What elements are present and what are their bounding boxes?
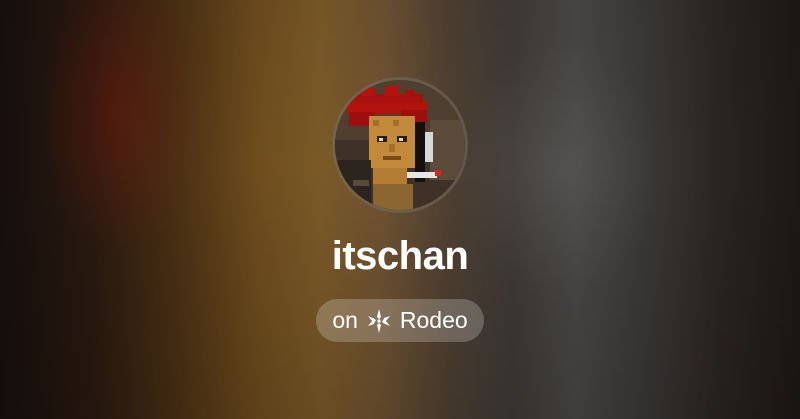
avatar[interactable] xyxy=(335,80,465,210)
platform-badge[interactable]: on Rodeo xyxy=(316,299,484,342)
badge-prefix: on xyxy=(332,307,358,333)
pixel-punk-avatar-icon xyxy=(335,80,465,210)
username: itschan xyxy=(331,234,469,278)
badge-platform: Rodeo xyxy=(399,307,468,333)
rodeo-logo-icon xyxy=(366,308,392,334)
profile-card: itschan on Rodeo xyxy=(0,0,800,419)
